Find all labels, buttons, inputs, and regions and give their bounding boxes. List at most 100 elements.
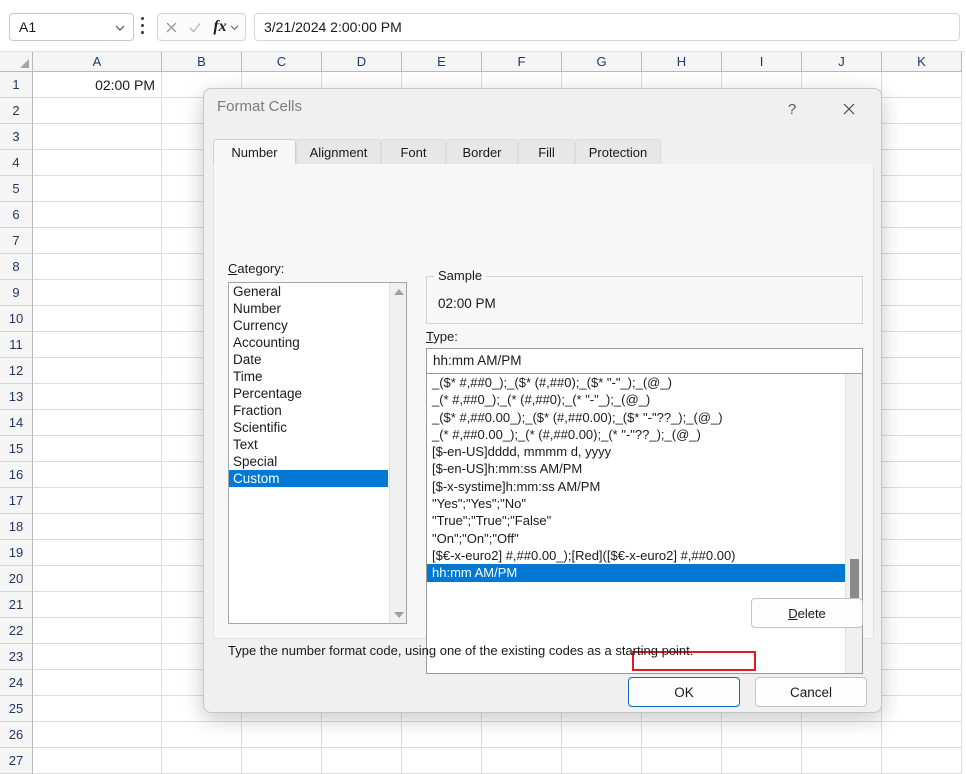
cell-H26[interactable] [642,722,722,748]
cell-A15[interactable] [33,436,162,462]
column-header-e[interactable]: E [402,52,482,72]
category-item-number[interactable]: Number [229,300,388,317]
insert-function-icon[interactable]: fx [207,14,245,40]
column-header-d[interactable]: D [322,52,402,72]
cell-K27[interactable] [882,748,962,774]
row-header-8[interactable]: 8 [0,254,33,280]
category-item-custom[interactable]: Custom [229,470,388,487]
cell-A20[interactable] [33,566,162,592]
category-item-text[interactable]: Text [229,436,388,453]
cell-K8[interactable] [882,254,962,280]
tab-font[interactable]: Font [381,139,446,164]
cell-K16[interactable] [882,462,962,488]
cell-A18[interactable] [33,514,162,540]
row-header-25[interactable]: 25 [0,696,33,722]
cell-K25[interactable] [882,696,962,722]
cell-A2[interactable] [33,98,162,124]
cancel-x-icon[interactable] [159,14,183,40]
cell-A16[interactable] [33,462,162,488]
cell-K10[interactable] [882,306,962,332]
close-icon[interactable] [829,96,869,122]
cell-A1[interactable]: 02:00 PM [33,72,162,98]
format-code-item[interactable]: [$-en-US]h:mm:ss AM/PM [427,460,845,477]
format-code-item[interactable]: "True";"True";"False" [427,512,845,529]
cell-A26[interactable] [33,722,162,748]
cell-A25[interactable] [33,696,162,722]
cell-K3[interactable] [882,124,962,150]
cell-A23[interactable] [33,644,162,670]
cell-A13[interactable] [33,384,162,410]
cell-K14[interactable] [882,410,962,436]
row-header-11[interactable]: 11 [0,332,33,358]
cell-K26[interactable] [882,722,962,748]
cell-J27[interactable] [802,748,882,774]
category-item-fraction[interactable]: Fraction [229,402,388,419]
format-code-item[interactable]: "Yes";"Yes";"No" [427,495,845,512]
cell-A10[interactable] [33,306,162,332]
column-header-c[interactable]: C [242,52,322,72]
category-item-percentage[interactable]: Percentage [229,385,388,402]
category-item-currency[interactable]: Currency [229,317,388,334]
row-header-22[interactable]: 22 [0,618,33,644]
category-item-scientific[interactable]: Scientific [229,419,388,436]
row-header-6[interactable]: 6 [0,202,33,228]
format-code-item[interactable]: [$-x-systime]h:mm:ss AM/PM [427,478,845,495]
tab-fill[interactable]: Fill [518,139,575,164]
format-code-listbox[interactable]: _($* #,##0_);_($* (#,##0);_($* "-"_);_(@… [426,373,863,674]
cancel-button[interactable]: Cancel [755,677,867,707]
ok-button[interactable]: OK [628,677,740,707]
cell-J26[interactable] [802,722,882,748]
cell-I26[interactable] [722,722,802,748]
cell-D26[interactable] [322,722,402,748]
column-header-a[interactable]: A [33,52,162,72]
tab-border[interactable]: Border [446,139,518,164]
row-header-23[interactable]: 23 [0,644,33,670]
cell-K18[interactable] [882,514,962,540]
cell-K4[interactable] [882,150,962,176]
column-header-b[interactable]: B [162,52,242,72]
cell-A14[interactable] [33,410,162,436]
cell-A12[interactable] [33,358,162,384]
row-header-10[interactable]: 10 [0,306,33,332]
cell-E26[interactable] [402,722,482,748]
cell-I27[interactable] [722,748,802,774]
cell-F26[interactable] [482,722,562,748]
cell-K2[interactable] [882,98,962,124]
cell-K21[interactable] [882,592,962,618]
cell-A27[interactable] [33,748,162,774]
cell-A11[interactable] [33,332,162,358]
cell-K9[interactable] [882,280,962,306]
cell-K5[interactable] [882,176,962,202]
cell-K7[interactable] [882,228,962,254]
formula-input[interactable]: 3/21/2024 2:00:00 PM [254,13,960,41]
column-header-f[interactable]: F [482,52,562,72]
cell-K17[interactable] [882,488,962,514]
row-header-24[interactable]: 24 [0,670,33,696]
cell-A7[interactable] [33,228,162,254]
row-header-14[interactable]: 14 [0,410,33,436]
column-header-k[interactable]: K [882,52,962,72]
enter-check-icon[interactable] [183,14,207,40]
cell-B26[interactable] [162,722,242,748]
cell-A21[interactable] [33,592,162,618]
column-header-h[interactable]: H [642,52,722,72]
cell-A6[interactable] [33,202,162,228]
cell-K6[interactable] [882,202,962,228]
cell-K22[interactable] [882,618,962,644]
cell-H27[interactable] [642,748,722,774]
cell-G27[interactable] [562,748,642,774]
cell-D27[interactable] [322,748,402,774]
cell-A3[interactable] [33,124,162,150]
tab-alignment[interactable]: Alignment [296,139,381,164]
row-header-2[interactable]: 2 [0,98,33,124]
cell-K15[interactable] [882,436,962,462]
format-code-item[interactable]: _($* #,##0_);_($* (#,##0);_($* "-"_);_(@… [427,374,845,391]
cell-K23[interactable] [882,644,962,670]
row-header-3[interactable]: 3 [0,124,33,150]
cell-A5[interactable] [33,176,162,202]
format-code-item[interactable]: hh:mm AM/PM [427,564,850,582]
row-header-13[interactable]: 13 [0,384,33,410]
row-header-20[interactable]: 20 [0,566,33,592]
column-header-g[interactable]: G [562,52,642,72]
row-header-26[interactable]: 26 [0,722,33,748]
